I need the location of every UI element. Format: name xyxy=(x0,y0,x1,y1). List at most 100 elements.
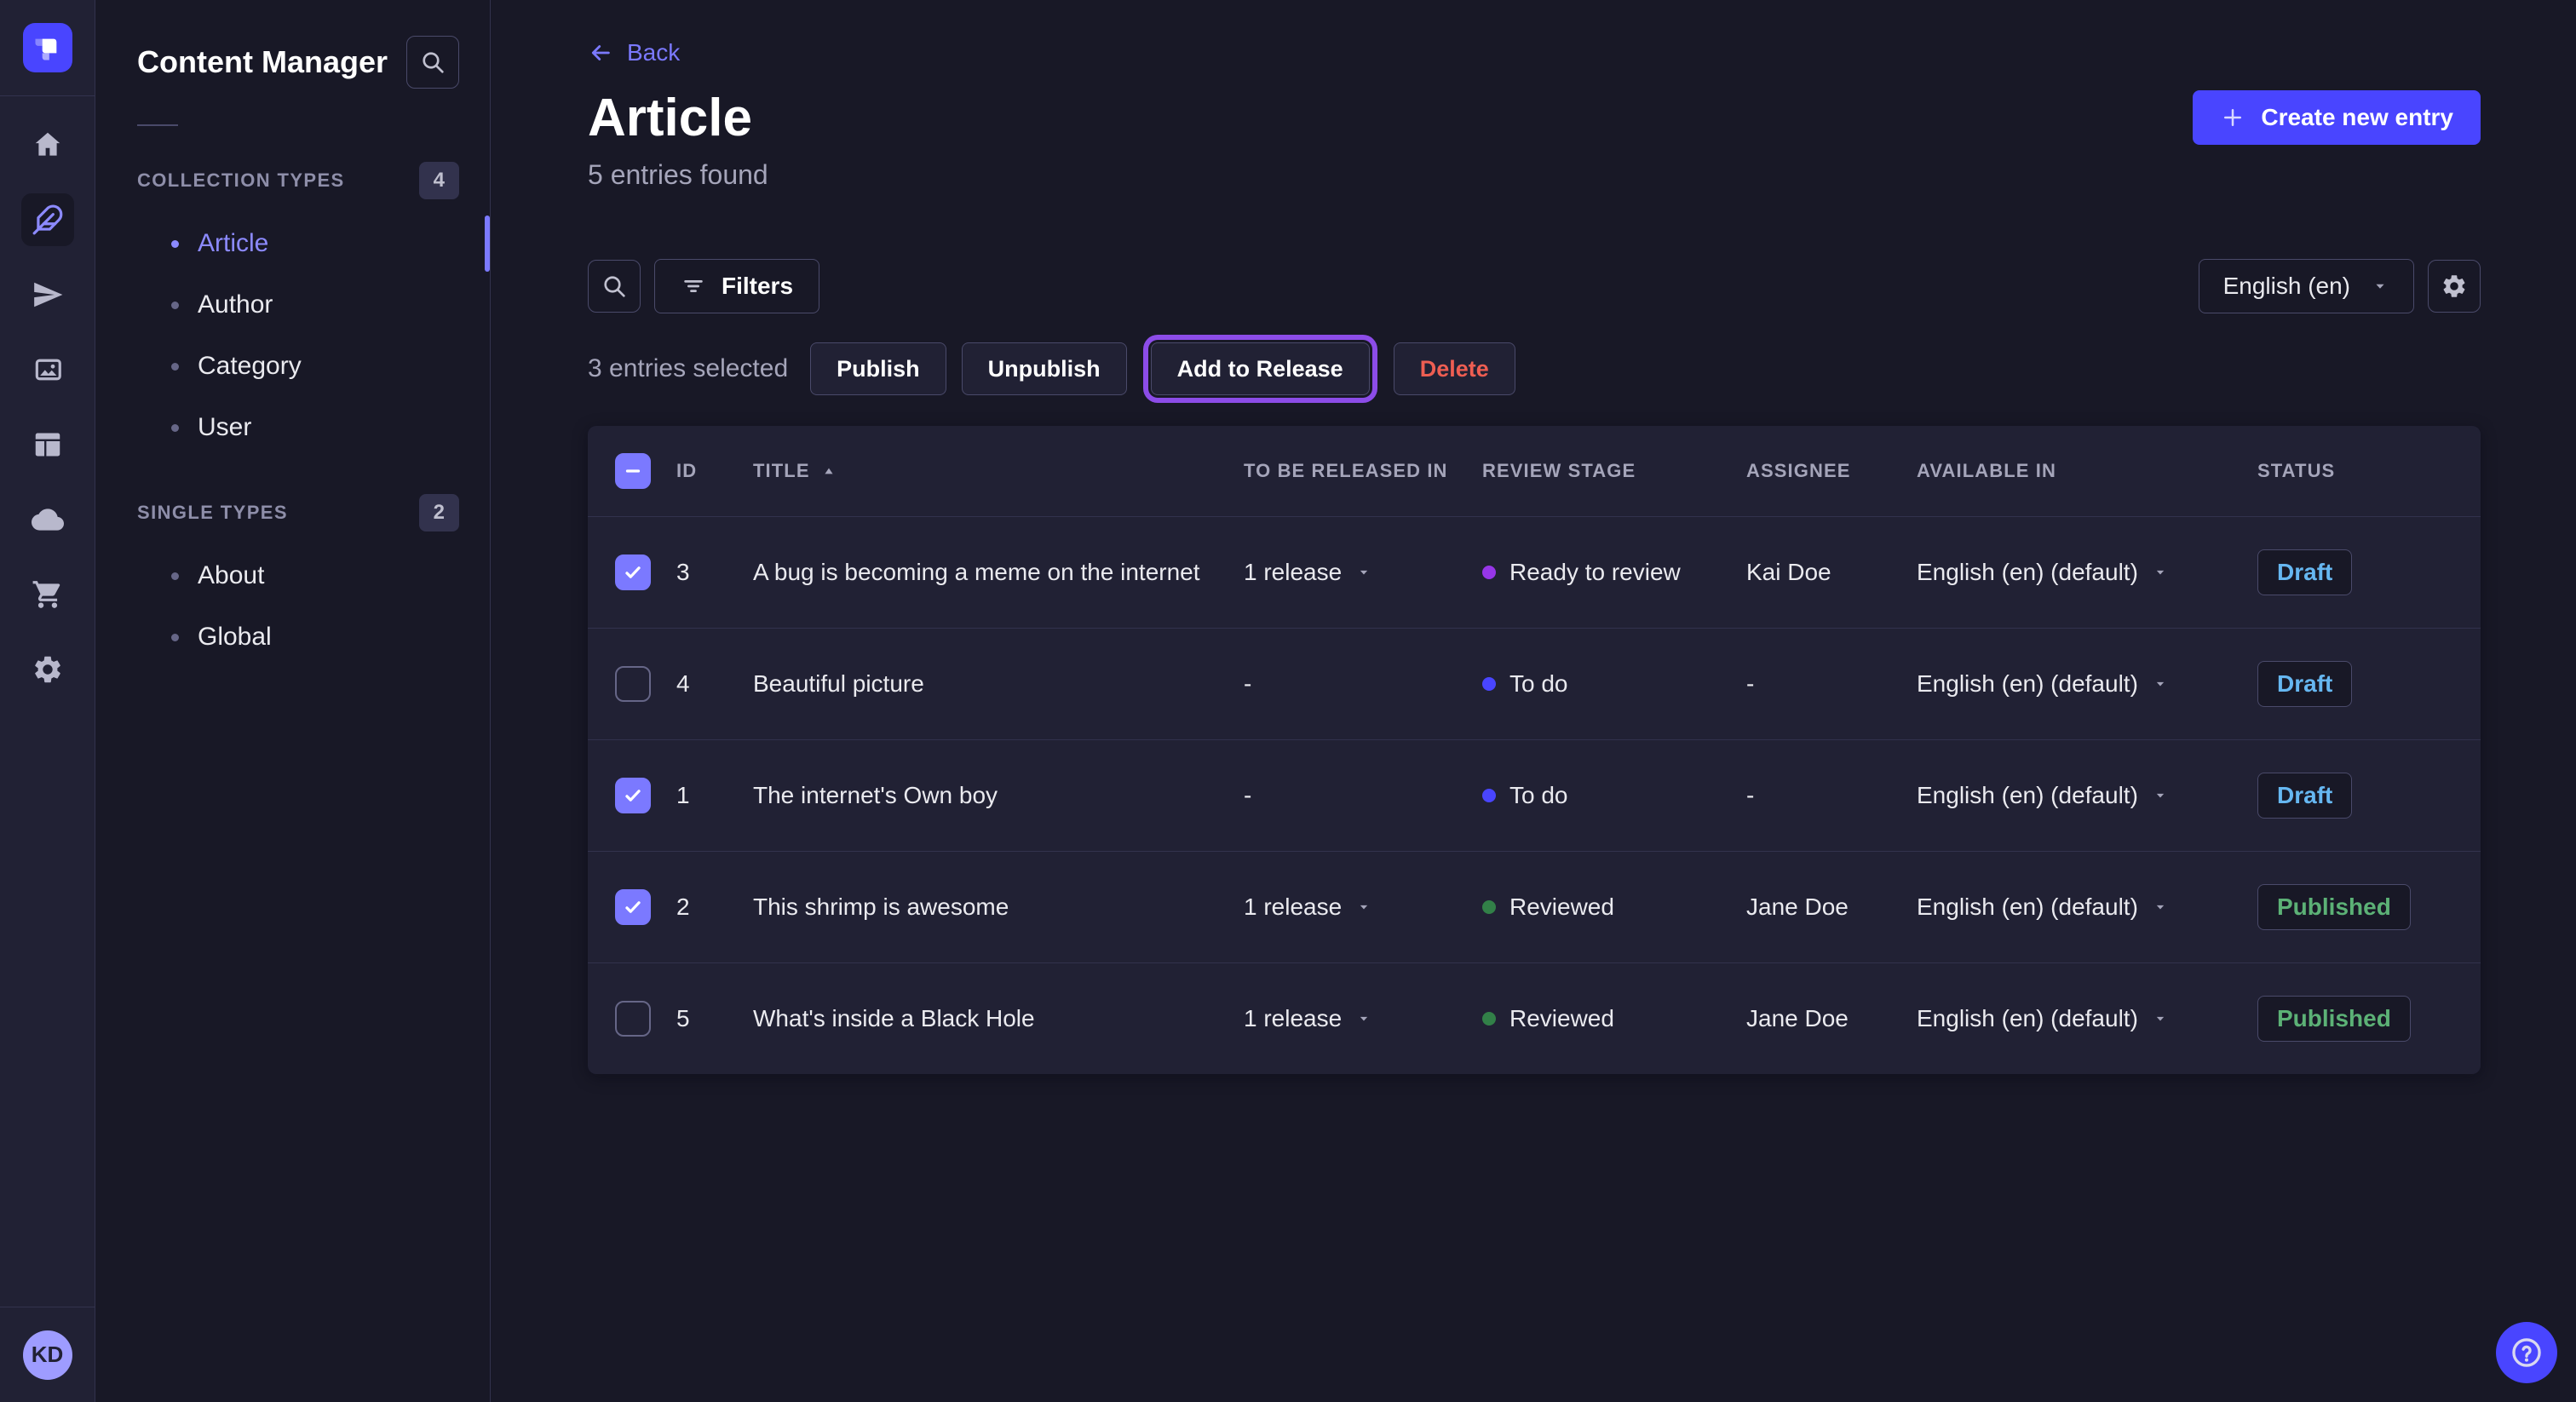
stage-dot xyxy=(1482,677,1496,691)
column-to-be-released-in: TO BE RELEASED IN xyxy=(1244,460,1482,482)
column-status: STATUS xyxy=(2257,460,2453,482)
page-title: Article xyxy=(588,90,752,146)
cell-assignee: Kai Doe xyxy=(1746,559,1917,586)
row-checkbox[interactable] xyxy=(615,1001,651,1037)
single-types-section: SINGLE TYPES 2 About Global xyxy=(96,494,490,668)
cell-assignee: Jane Doe xyxy=(1746,1005,1917,1032)
delete-button[interactable]: Delete xyxy=(1394,342,1515,395)
cell-release[interactable]: - xyxy=(1244,782,1482,809)
chevron-down-icon xyxy=(2152,899,2169,916)
filters-button[interactable]: Filters xyxy=(654,259,819,313)
sidebar-item-author[interactable]: Author xyxy=(96,274,490,336)
cell-available-in[interactable]: English (en) (default) xyxy=(1917,1005,2257,1032)
cell-id: 5 xyxy=(676,1005,753,1032)
cell-release[interactable]: - xyxy=(1244,670,1482,698)
main-nav-icons xyxy=(21,118,74,1307)
cell-review-stage: To do xyxy=(1482,782,1746,809)
cell-release[interactable]: 1 release xyxy=(1244,559,1482,586)
bullet-icon xyxy=(171,240,179,248)
search-button[interactable] xyxy=(588,260,641,313)
row-checkbox[interactable] xyxy=(615,554,651,590)
subnav-search-button[interactable] xyxy=(406,36,459,89)
cell-available-in[interactable]: English (en) (default) xyxy=(1917,782,2257,809)
cell-title: What's inside a Black Hole xyxy=(753,1005,1244,1032)
cell-id: 1 xyxy=(676,782,753,809)
status-badge: Published xyxy=(2257,996,2411,1042)
stage-dot xyxy=(1482,789,1496,802)
search-icon xyxy=(419,49,446,76)
row-checkbox[interactable] xyxy=(615,666,651,702)
cell-status: Published xyxy=(2257,996,2453,1042)
cell-status: Draft xyxy=(2257,773,2453,819)
sidebar-item-user[interactable]: User xyxy=(96,397,490,458)
deploy-icon[interactable] xyxy=(21,493,74,546)
cell-release[interactable]: 1 release xyxy=(1244,1005,1482,1032)
question-icon xyxy=(2509,1335,2544,1370)
collection-types-count-badge: 4 xyxy=(419,162,459,199)
status-badge: Draft xyxy=(2257,661,2352,707)
sidebar-item-global[interactable]: Global xyxy=(96,606,490,668)
bullet-icon xyxy=(171,424,179,432)
stage-dot xyxy=(1482,900,1496,914)
status-badge: Published xyxy=(2257,884,2411,930)
chevron-down-icon xyxy=(1355,899,1372,916)
cell-title: The internet's Own boy xyxy=(753,782,1244,809)
unpublish-button[interactable]: Unpublish xyxy=(962,342,1127,395)
cell-assignee: - xyxy=(1746,670,1917,698)
help-button[interactable] xyxy=(2496,1322,2557,1383)
cell-release[interactable]: 1 release xyxy=(1244,893,1482,921)
collection-types-section: COLLECTION TYPES 4 Article Author Catego… xyxy=(96,162,490,458)
table-row[interactable]: 4 Beautiful picture - To do - English (e… xyxy=(588,628,2481,739)
selection-count: 3 entries selected xyxy=(588,354,788,383)
indeterminate-dash-icon xyxy=(622,460,644,482)
column-available-in: AVAILABLE IN xyxy=(1917,460,2257,482)
content-type-builder-icon[interactable] xyxy=(21,418,74,471)
arrow-left-icon xyxy=(588,40,613,66)
column-title[interactable]: TITLE xyxy=(753,460,1244,482)
logo-box xyxy=(0,0,95,96)
check-icon xyxy=(622,561,644,583)
table-row[interactable]: 3 A bug is becoming a meme on the intern… xyxy=(588,516,2481,628)
publish-button[interactable]: Publish xyxy=(810,342,946,395)
sidebar-item-article[interactable]: Article xyxy=(96,213,490,274)
cell-id: 3 xyxy=(676,559,753,586)
table-row[interactable]: 1 The internet's Own boy - To do - Engli… xyxy=(588,739,2481,851)
view-settings-button[interactable] xyxy=(2428,260,2481,313)
section-label: COLLECTION TYPES xyxy=(137,170,345,192)
cell-review-stage: Reviewed xyxy=(1482,893,1746,921)
cell-available-in[interactable]: English (en) (default) xyxy=(1917,559,2257,586)
releases-icon[interactable] xyxy=(21,268,74,321)
content-icon[interactable] xyxy=(21,193,74,246)
cell-review-stage: To do xyxy=(1482,670,1746,698)
row-checkbox[interactable] xyxy=(615,889,651,925)
sidebar-item-about[interactable]: About xyxy=(96,545,490,606)
select-all-checkbox[interactable] xyxy=(615,453,651,489)
main-nav: KD xyxy=(0,0,95,1402)
locale-select[interactable]: English (en) xyxy=(2199,259,2414,313)
cell-available-in[interactable]: English (en) (default) xyxy=(1917,670,2257,698)
settings-icon[interactable] xyxy=(21,643,74,696)
column-id: ID xyxy=(676,460,753,482)
table-row[interactable]: 2 This shrimp is awesome 1 release Revie… xyxy=(588,851,2481,962)
sidebar-item-category[interactable]: Category xyxy=(96,336,490,397)
table-header: ID TITLE TO BE RELEASED IN REVIEW STAGE … xyxy=(588,426,2481,516)
cell-status: Draft xyxy=(2257,549,2453,595)
table-row[interactable]: 5 What's inside a Black Hole 1 release R… xyxy=(588,962,2481,1074)
row-checkbox[interactable] xyxy=(615,778,651,813)
back-link[interactable]: Back xyxy=(588,39,680,66)
chevron-down-icon xyxy=(1355,1010,1372,1027)
avatar[interactable]: KD xyxy=(23,1330,72,1380)
cell-available-in[interactable]: English (en) (default) xyxy=(1917,893,2257,921)
create-new-entry-button[interactable]: Create new entry xyxy=(2193,90,2481,145)
section-label: SINGLE TYPES xyxy=(137,502,288,524)
marketplace-icon[interactable] xyxy=(21,568,74,621)
filter-icon xyxy=(681,273,706,299)
entries-count: 5 entries found xyxy=(588,159,2481,191)
subnav: Content Manager COLLECTION TYPES 4 Artic… xyxy=(96,0,491,1402)
home-icon[interactable] xyxy=(21,118,74,171)
active-indicator xyxy=(485,215,490,272)
media-library-icon[interactable] xyxy=(21,343,74,396)
chevron-down-icon xyxy=(2152,787,2169,804)
strapi-logo-icon[interactable] xyxy=(23,23,72,72)
add-to-release-button[interactable]: Add to Release xyxy=(1151,342,1370,395)
